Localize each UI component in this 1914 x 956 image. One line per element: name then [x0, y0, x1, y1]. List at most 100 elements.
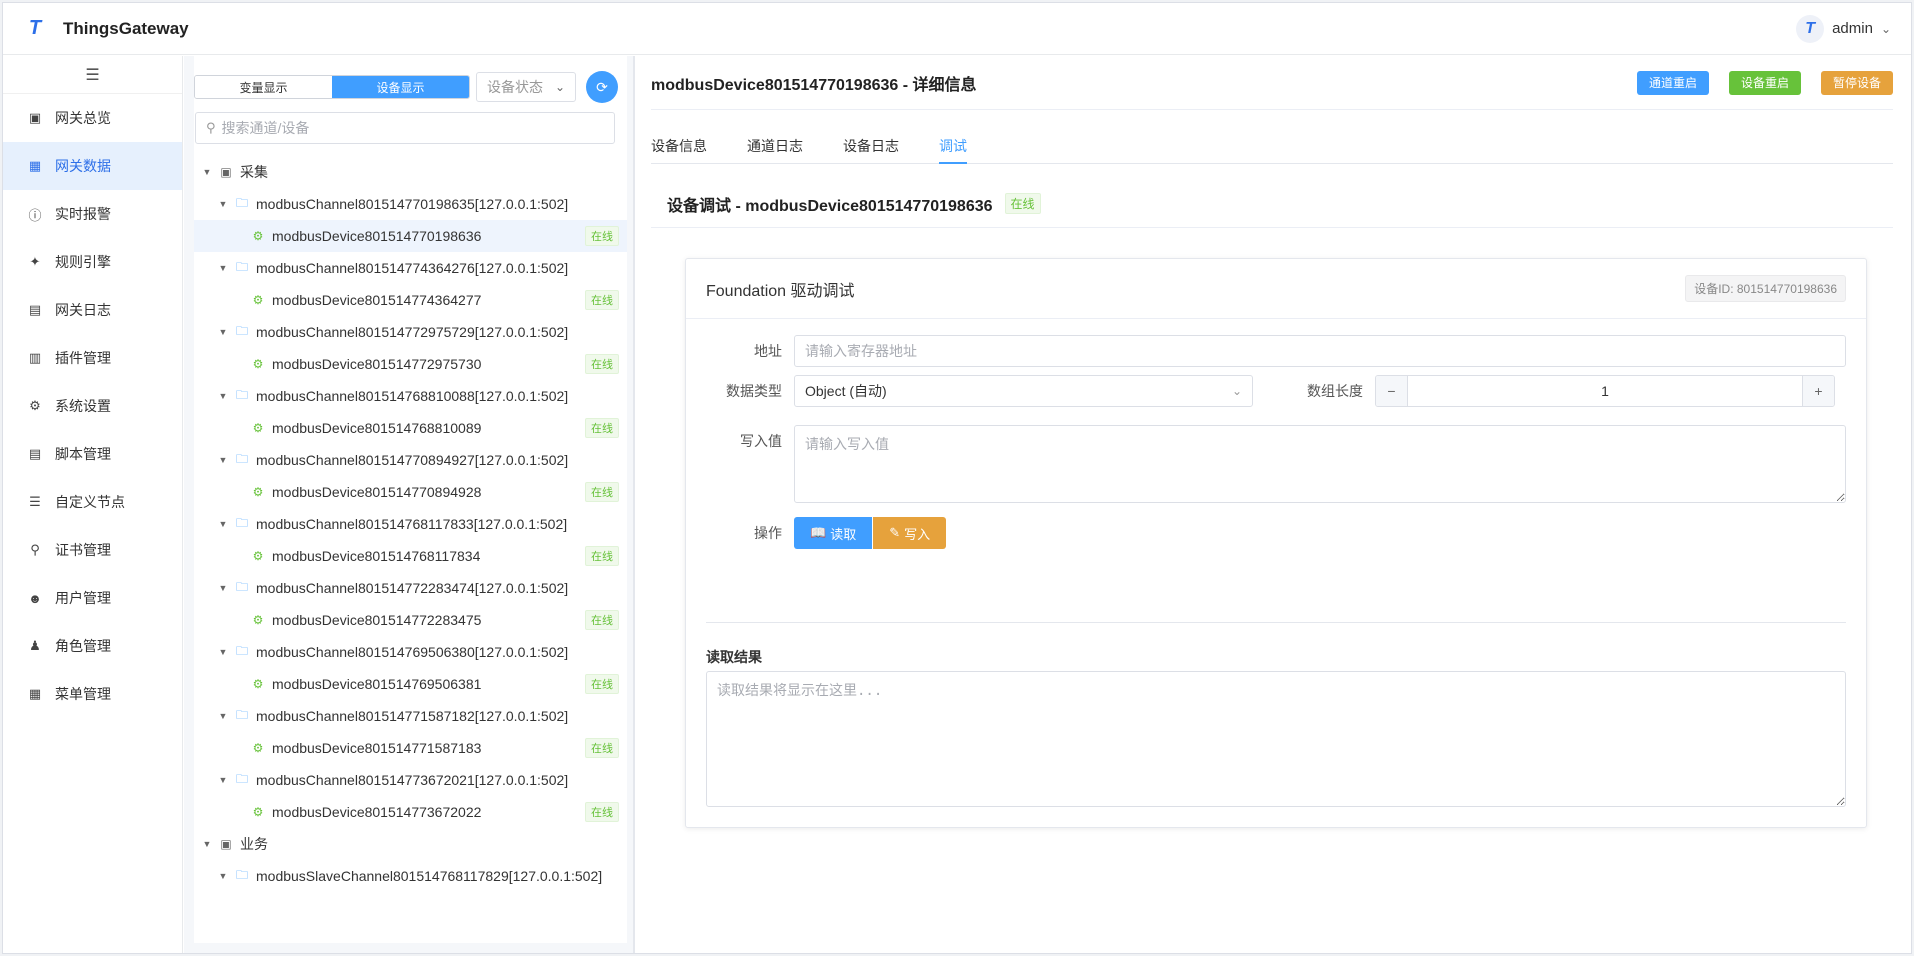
- logo-icon: T: [28, 17, 42, 39]
- sidebar-item[interactable]: ⚙ 系统设置: [3, 382, 182, 430]
- device-status-select[interactable]: 设备状态 ⌄: [476, 72, 576, 102]
- write-button-label: 写入: [904, 526, 931, 542]
- tree-device[interactable]: ⚙ modbusDevice801514768117834 在线: [194, 540, 627, 572]
- tree-device[interactable]: ⚙ modbusDevice801514771587183 在线: [194, 732, 627, 764]
- tree-device[interactable]: ⚙ modbusDevice801514769506381 在线: [194, 668, 627, 700]
- address-input[interactable]: [794, 335, 1846, 367]
- tree-group[interactable]: ▼ ▣ 业务: [194, 828, 627, 860]
- status-badge: 在线: [585, 674, 619, 694]
- tab[interactable]: 设备日志: [843, 132, 899, 164]
- sidebar-item[interactable]: ▣ 网关总览: [3, 94, 182, 142]
- channel-restart-button[interactable]: 通道重启: [1636, 70, 1709, 95]
- tree-device[interactable]: ⚙ modbusDevice801514772283475 在线: [194, 604, 627, 636]
- pause-device-button[interactable]: 暂停设备: [1820, 70, 1893, 95]
- refresh-icon[interactable]: ⟳: [586, 71, 618, 103]
- write-button[interactable]: ✎ 写入: [873, 517, 947, 549]
- sidebar-item[interactable]: ▤ 网关日志: [3, 286, 182, 334]
- tree-channel[interactable]: ▼ 🗀 modbusChannel801514769506380[127.0.0.1…: [194, 636, 627, 668]
- tree-channel[interactable]: ▼ 🗀 modbusChannel801514773672021[127.0.0.1…: [194, 764, 627, 796]
- sidebar-item[interactable]: ✦ 规则引擎: [3, 238, 182, 286]
- detail-header: modbusDevice801514770198636 - 详细信息 通道重启 …: [651, 56, 1893, 110]
- caret-down-icon[interactable]: ▼: [216, 263, 230, 273]
- tab[interactable]: 设备信息: [651, 132, 707, 164]
- menu-collapse-icon[interactable]: ☰: [3, 56, 182, 94]
- doc-icon: ▤: [28, 302, 42, 317]
- tab[interactable]: 通道日志: [747, 132, 803, 164]
- user-menu[interactable]: T admin ⌄: [1796, 14, 1891, 43]
- chip-icon: ⚙: [252, 229, 264, 243]
- device-restart-button[interactable]: 设备重启: [1728, 70, 1801, 95]
- sidebar-item[interactable]: ☰ 自定义节点: [3, 478, 182, 526]
- sidebar-item[interactable]: ♟ 角色管理: [3, 622, 182, 670]
- tree-channel[interactable]: ▼ 🗀 modbusSlaveChannel801514768117829[127.…: [194, 860, 627, 892]
- edit-icon: ✎: [889, 525, 901, 540]
- tree-channel[interactable]: ▼ 🗀 modbusChannel801514772283474[127.0.0.1…: [194, 572, 627, 604]
- tree-channel[interactable]: ▼ 🗀 modbusChannel801514770198635[127.0.0.1…: [194, 188, 627, 220]
- minus-icon[interactable]: −: [1376, 376, 1408, 406]
- read-button[interactable]: 📖 读取: [794, 517, 873, 549]
- caret-down-icon[interactable]: ▼: [216, 711, 230, 721]
- tree-node-label: modbusChannel801514771587182[127.0.0.1:5…: [256, 708, 569, 724]
- sidebar-item[interactable]: ⚲ 证书管理: [3, 526, 182, 574]
- sidebar-item-label: 规则引擎: [55, 254, 111, 270]
- tree-channel[interactable]: ▼ 🗀 modbusChannel801514771587182[127.0.0.1…: [194, 700, 627, 732]
- sidebar-item[interactable]: ▦ 菜单管理: [3, 670, 182, 718]
- tree-node-label: 业务: [240, 836, 268, 852]
- sidebar-item[interactable]: ▤ 脚本管理: [3, 430, 182, 478]
- variable-display-button[interactable]: 变量显示: [195, 76, 332, 98]
- folder-icon: 🗀: [235, 195, 248, 210]
- caret-down-icon[interactable]: ▼: [216, 455, 230, 465]
- caret-down-icon[interactable]: ▼: [216, 199, 230, 209]
- status-badge: 在线: [585, 354, 619, 374]
- tree-node-label: modbusChannel801514770198635[127.0.0.1:5…: [256, 196, 569, 212]
- tree-device[interactable]: ⚙ modbusDevice801514770894928 在线: [194, 476, 627, 508]
- tree-channel[interactable]: ▼ 🗀 modbusChannel801514768117833[127.0.0.1…: [194, 508, 627, 540]
- caret-down-icon[interactable]: ▼: [216, 775, 230, 785]
- tree-group[interactable]: ▼ ▣ 采集: [194, 156, 627, 188]
- caret-down-icon[interactable]: ▼: [216, 519, 230, 529]
- tree-channel[interactable]: ▼ 🗀 modbusChannel801514770894927[127.0.0.1…: [194, 444, 627, 476]
- plus-icon[interactable]: +: [1802, 376, 1834, 406]
- array-length-value[interactable]: 1: [1408, 376, 1802, 406]
- tree-node-label: modbusChannel801514772975729[127.0.0.1:5…: [256, 324, 569, 340]
- top-header: T ThingsGateway T admin ⌄: [3, 3, 1911, 55]
- tree-device[interactable]: ⚙ modbusDevice801514773672022 在线: [194, 796, 627, 828]
- datatype-value: Object (自动): [805, 383, 887, 399]
- tree-channel[interactable]: ▼ 🗀 modbusChannel801514774364276[127.0.0.1…: [194, 252, 627, 284]
- chip-icon: ⚙: [252, 741, 264, 755]
- tree-device[interactable]: ⚙ modbusDevice801514770198636 在线: [194, 220, 627, 252]
- read-result-output[interactable]: [706, 671, 1846, 807]
- write-value-input[interactable]: [794, 425, 1846, 503]
- gear-icon: ⚙: [29, 398, 41, 413]
- caret-down-icon[interactable]: ▼: [216, 583, 230, 593]
- chevron-down-icon: ⌄: [1880, 21, 1891, 36]
- sidebar-item-label: 用户管理: [55, 590, 111, 606]
- sidebar-item[interactable]: ▥ 插件管理: [3, 334, 182, 382]
- tab[interactable]: 调试: [939, 132, 967, 164]
- sidebar-item[interactable]: ▦ 网关数据: [3, 142, 182, 190]
- caret-down-icon[interactable]: ▼: [200, 839, 214, 849]
- chip-icon: ⚙: [252, 549, 264, 563]
- status-badge: 在线: [585, 802, 619, 822]
- caret-down-icon[interactable]: ▼: [200, 167, 214, 177]
- caret-down-icon[interactable]: ▼: [216, 391, 230, 401]
- chevron-down-icon: ⌄: [1231, 384, 1242, 398]
- address-label: 地址: [754, 343, 782, 359]
- caret-down-icon[interactable]: ▼: [216, 647, 230, 657]
- tree-channel[interactable]: ▼ 🗀 modbusChannel801514772975729[127.0.0.1…: [194, 316, 627, 348]
- tree-channel[interactable]: ▼ 🗀 modbusChannel801514768810088[127.0.0.1…: [194, 380, 627, 412]
- tree-search-input[interactable]: [221, 120, 604, 136]
- sidebar-item-label: 角色管理: [55, 638, 111, 654]
- sidebar-item-label: 网关数据: [55, 158, 111, 174]
- tree-device[interactable]: ⚙ modbusDevice801514768810089 在线: [194, 412, 627, 444]
- sidebar-item[interactable]: ☻ 用户管理: [3, 574, 182, 622]
- datatype-select[interactable]: Object (自动) ⌄: [794, 375, 1253, 407]
- sidebar-item-label: 网关总览: [55, 110, 111, 126]
- tree-device[interactable]: ⚙ modbusDevice801514772975730 在线: [194, 348, 627, 380]
- tree-container: 变量显示 设备显示 设备状态 ⌄ ⟳ ⚲ ▼ ▣ 采集 ▼ 🗀 modbusChannel…: [194, 56, 627, 943]
- caret-down-icon[interactable]: ▼: [216, 327, 230, 337]
- caret-down-icon[interactable]: ▼: [216, 871, 230, 881]
- tree-device[interactable]: ⚙ modbusDevice801514774364277 在线: [194, 284, 627, 316]
- device-display-button[interactable]: 设备显示: [332, 76, 469, 98]
- sidebar-item[interactable]: ⓘ 实时报警: [3, 190, 182, 238]
